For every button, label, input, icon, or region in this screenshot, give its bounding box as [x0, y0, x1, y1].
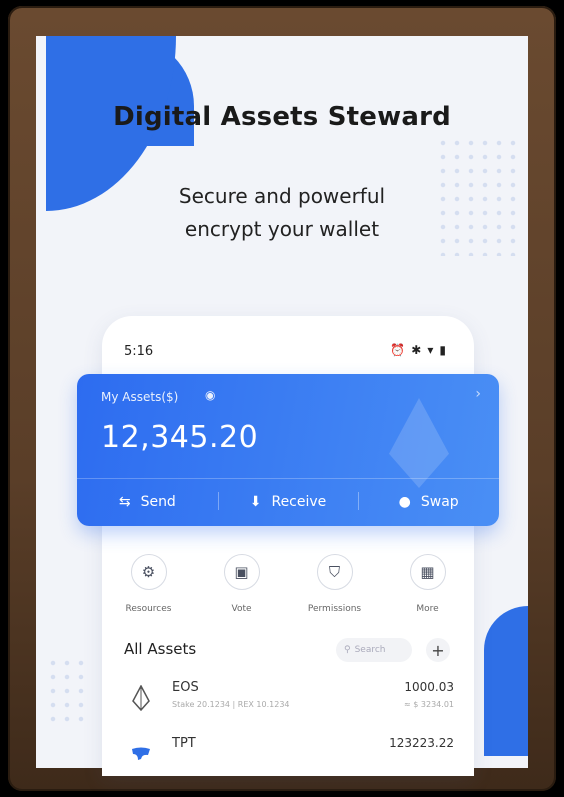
- asset-fiat: ≈ $ 3234.01: [404, 700, 454, 709]
- asset-amount: 123223.22: [389, 736, 454, 750]
- shortcut-label: Permissions: [307, 604, 362, 614]
- swap-label: Swap: [420, 494, 459, 510]
- eye-icon[interactable]: ◉: [205, 388, 215, 402]
- shield-icon: ⛉: [316, 554, 353, 590]
- shortcut-row: ⚙ Resources ▣ Vote ⛉ Permissions ▦ More: [102, 554, 474, 614]
- eos-icon: [130, 684, 152, 712]
- asset-amount: 1000.03: [404, 680, 454, 694]
- asset-row-eos[interactable]: EOS Stake 20.1234 | REX 10.1234 1000.03 …: [124, 680, 454, 724]
- receive-label: Receive: [271, 494, 327, 510]
- card-actions: ⇆ Send ⬇ Receive ● Swap: [77, 484, 499, 520]
- vote-icon: ▣: [223, 554, 260, 590]
- eos-logo-watermark: [389, 398, 449, 488]
- card-label: My Assets($): [101, 390, 179, 404]
- shortcut-label: Vote: [231, 604, 252, 614]
- alarm-icon: ⏰: [390, 343, 412, 357]
- status-time: 5:16: [124, 344, 154, 359]
- card-amount: 12,345.20: [101, 420, 259, 455]
- asset-name: EOS: [172, 680, 199, 695]
- send-label: Send: [140, 494, 176, 510]
- add-asset-button[interactable]: +: [426, 638, 450, 662]
- shortcut-resources[interactable]: ⚙ Resources: [102, 554, 195, 614]
- search-icon: ⚲: [344, 645, 351, 655]
- all-assets-title: All Assets: [124, 640, 197, 658]
- battery-icon: ▮: [439, 343, 452, 357]
- decor-dots: [46, 656, 86, 726]
- bluetooth-icon: ✱: [411, 343, 428, 357]
- swap-icon: ●: [398, 494, 411, 510]
- shortcut-label: More: [416, 604, 439, 614]
- asset-row-tpt[interactable]: TPT 123223.22: [124, 736, 454, 766]
- promo-headline: Digital Assets Steward: [113, 102, 451, 132]
- promo-subtitle-line2: encrypt your wallet: [184, 217, 380, 241]
- send-icon: ⇆: [118, 494, 131, 510]
- asset-meta: Stake 20.1234 | REX 10.1234: [172, 700, 290, 709]
- assets-card[interactable]: My Assets($) ◉ › 12,345.20 ⇆ Send ⬇ Rece…: [77, 374, 499, 526]
- tpt-icon: [130, 740, 152, 768]
- card-divider: [77, 478, 499, 479]
- shortcut-more[interactable]: ▦ More: [381, 554, 474, 614]
- wifi-icon: ▾: [427, 343, 440, 357]
- send-button[interactable]: ⇆ Send: [77, 484, 218, 520]
- shortcut-permissions[interactable]: ⛉ Permissions: [288, 554, 381, 614]
- asset-name: TPT: [172, 736, 196, 751]
- grid-icon: ▦: [409, 554, 446, 590]
- shortcut-vote[interactable]: ▣ Vote: [195, 554, 288, 614]
- receive-button[interactable]: ⬇ Receive: [217, 484, 359, 520]
- decor-blob-bottom: [484, 606, 528, 756]
- chevron-right-icon[interactable]: ›: [475, 386, 481, 402]
- status-icons: ⏰✱▾▮: [390, 343, 452, 357]
- receive-icon: ⬇: [249, 494, 262, 510]
- asset-search-input[interactable]: ⚲ Search: [336, 638, 412, 662]
- search-placeholder: Search: [354, 645, 386, 655]
- promo-subtitle-line1: Secure and powerful: [178, 184, 386, 208]
- shortcut-label: Resources: [125, 604, 172, 614]
- swap-button[interactable]: ● Swap: [358, 484, 499, 520]
- resources-icon: ⚙: [130, 554, 167, 590]
